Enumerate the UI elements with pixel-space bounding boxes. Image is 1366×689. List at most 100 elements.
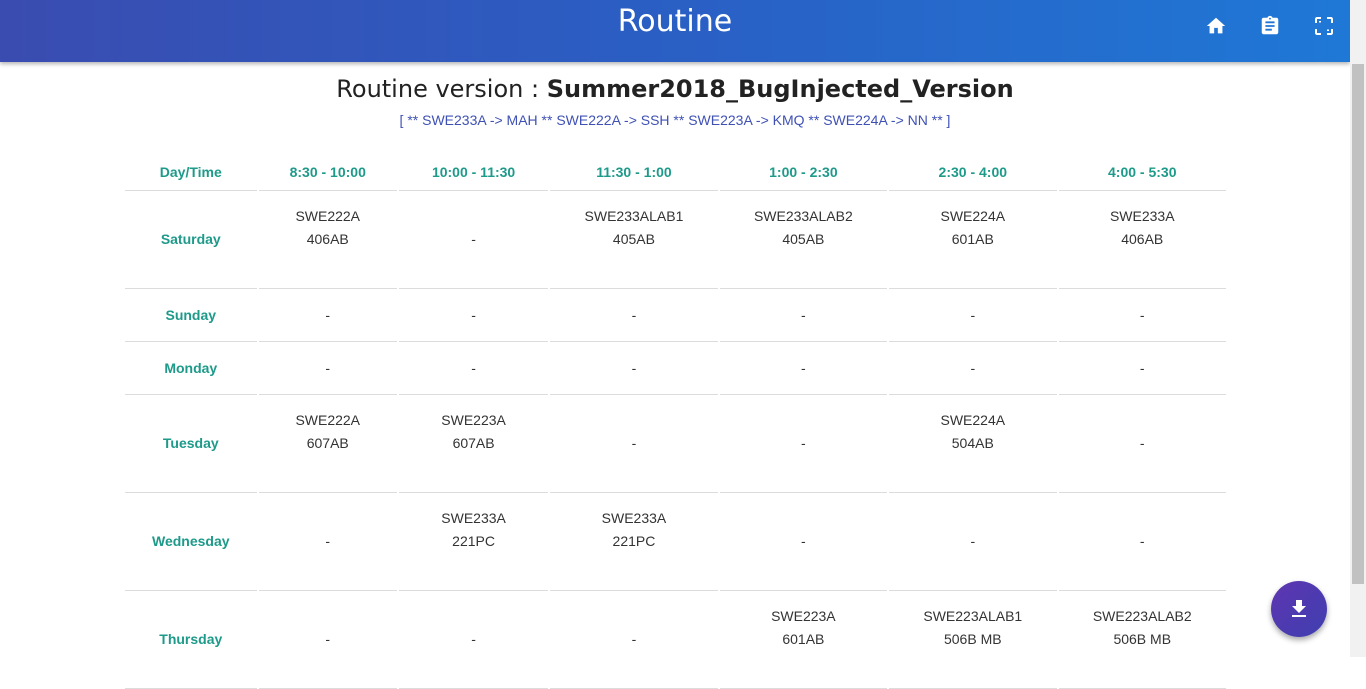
cell-content: - (1060, 304, 1226, 327)
empty-slot: - (471, 306, 476, 323)
header-slot-2: 10:00 - 11:30 (398, 154, 549, 191)
routine-cell: SWE222A 607AB (258, 395, 397, 493)
cell-content: SWE233A 406AB (1060, 205, 1226, 251)
cell-content: - (721, 432, 886, 455)
room-number: 601AB (782, 631, 825, 647)
download-button[interactable] (1271, 581, 1327, 637)
room-number: 506B MB (943, 631, 1002, 647)
course-code: SWE233A (441, 510, 506, 526)
routine-cell: - (398, 191, 549, 289)
cell-content: - (400, 304, 547, 327)
course-code: SWE223ALAB1 (923, 608, 1023, 624)
room-number: 506B MB (1113, 631, 1172, 647)
app-bar: Routine (0, 0, 1350, 62)
course-code: SWE222A (295, 412, 361, 428)
version-name: Summer2018_BugInjected_Version (546, 75, 1014, 103)
table-row: Wednesday - SWE233A 221PC SWE233A 221PC - - - (125, 493, 1226, 591)
room-number: 405AB (782, 231, 825, 247)
empty-slot: - (970, 359, 976, 376)
cell-content: SWE233A 221PC (551, 507, 716, 553)
cell-content: SWE224A 504AB (890, 409, 1055, 455)
empty-slot: - (471, 359, 476, 376)
cell-content: SWE223A 601AB (721, 605, 886, 651)
room-number: 221PC (452, 533, 495, 549)
room-number: 406AB (1121, 231, 1164, 247)
empty-slot: - (801, 306, 806, 323)
empty-slot: - (1139, 306, 1145, 323)
cell-content: - (551, 432, 716, 455)
routine-cell: - (1058, 289, 1226, 342)
room-number: 405AB (612, 231, 655, 247)
empty-slot: - (1139, 533, 1145, 549)
table-row: Thursday - - - SWE223A 601AB SWE223ALAB1 506B M… (125, 591, 1226, 689)
routine-cell: SWE233A 221PC (550, 493, 718, 591)
routine-cell: - (550, 342, 718, 395)
cell-content: SWE233ALAB1 405AB (551, 205, 716, 251)
app-bar-actions (1204, 14, 1336, 38)
routine-cell: - (258, 289, 397, 342)
room-number: 607AB (452, 435, 495, 451)
empty-slot: - (471, 631, 476, 647)
fullscreen-button[interactable] (1312, 14, 1336, 38)
fullscreen-icon (1315, 17, 1333, 35)
clipboard-button[interactable] (1258, 14, 1282, 38)
cell-content: SWE222A 607AB (260, 409, 396, 455)
table-row: Tuesday SWE222A 607AB SWE223A 607AB - - SWE224A… (125, 395, 1226, 493)
table-row: Saturday SWE222A 406AB - SWE233ALAB1 405AB SWE… (125, 191, 1226, 289)
empty-slot: - (1139, 359, 1145, 376)
cell-content: - (890, 304, 1055, 327)
routine-table: Day/Time 8:30 - 10:00 10:00 - 11:30 11:3… (123, 154, 1228, 689)
header-slot-5: 2:30 - 4:00 (889, 154, 1057, 191)
routine-cell: - (398, 342, 549, 395)
empty-slot: - (325, 533, 331, 549)
cell-content: - (1060, 530, 1226, 553)
routine-cell: SWE223A 601AB (719, 591, 888, 689)
header-slot-6: 4:00 - 5:30 (1058, 154, 1226, 191)
routine-cell: - (889, 289, 1057, 342)
cell-content: - (260, 304, 396, 327)
day-cell: Saturday (125, 191, 257, 289)
home-button[interactable] (1204, 14, 1228, 38)
course-code: SWE223ALAB2 (1092, 608, 1192, 624)
empty-slot: - (631, 435, 637, 451)
cell-content: SWE223ALAB2 506B MB (1060, 605, 1226, 651)
course-code: SWE233A (1109, 208, 1175, 224)
cell-content: - (400, 628, 547, 651)
page-scrollbar[interactable] (1350, 0, 1366, 657)
routine-cell: SWE233A 406AB (1058, 191, 1226, 289)
empty-slot: - (325, 631, 331, 647)
cell-content: - (400, 357, 547, 380)
cell-content: - (721, 530, 886, 553)
cell-content: SWE223A 607AB (400, 409, 547, 455)
cell-content: - (1060, 432, 1226, 455)
cell-content: - (400, 228, 547, 251)
day-cell: Wednesday (125, 493, 257, 591)
routine-cell: SWE233ALAB1 405AB (550, 191, 718, 289)
day-cell: Tuesday (125, 395, 257, 493)
routine-cell: - (889, 342, 1057, 395)
routine-cell: - (719, 342, 888, 395)
routine-cell: - (550, 289, 718, 342)
course-code: SWE223A (771, 608, 836, 624)
day-cell: Monday (125, 342, 257, 395)
empty-slot: - (801, 359, 806, 376)
scrollbar-thumb[interactable] (1352, 64, 1364, 584)
header-day-time: Day/Time (125, 154, 257, 191)
cell-content: - (890, 357, 1055, 380)
routine-cell: - (889, 493, 1057, 591)
routine-cell: - (1058, 493, 1226, 591)
room-number: 601AB (951, 231, 994, 247)
empty-slot: - (631, 359, 637, 376)
routine-cell: SWE223A 607AB (398, 395, 549, 493)
empty-slot: - (801, 533, 806, 549)
table-row: Sunday - - - - - - (125, 289, 1226, 342)
routine-cell: - (1058, 395, 1226, 493)
routine-cell: SWE233ALAB2 405AB (719, 191, 888, 289)
cell-content: SWE222A 406AB (260, 205, 396, 251)
routine-cell: - (258, 342, 397, 395)
home-icon (1206, 17, 1226, 34)
routine-cell: SWE222A 406AB (258, 191, 397, 289)
room-number: 504AB (951, 435, 994, 451)
header-slot-3: 11:30 - 1:00 (550, 154, 718, 191)
table-row: Monday - - - - - - (125, 342, 1226, 395)
